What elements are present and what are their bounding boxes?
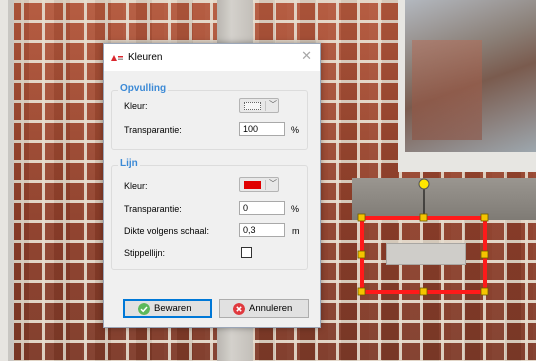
line-color-label: Kleur: [124, 181, 148, 191]
fill-color-swatch [244, 102, 261, 110]
fill-group-title: Opvulling [118, 83, 169, 94]
resize-handle-ne[interactable] [480, 213, 489, 222]
resize-handle-n[interactable] [419, 213, 428, 222]
line-transparency-label: Transparantie: [124, 204, 182, 214]
resize-handle-se[interactable] [480, 287, 489, 296]
cancel-button[interactable]: Annuleren [219, 299, 309, 318]
resize-handle-s[interactable] [419, 287, 428, 296]
fill-group: Opvulling Kleur: ﹀ Transparantie: 100 % [111, 83, 308, 150]
save-button[interactable]: Bewaren [123, 299, 212, 318]
resize-handle-sw[interactable] [357, 287, 366, 296]
resize-handle-w[interactable] [357, 250, 366, 259]
dropdown-divider [265, 180, 266, 190]
app-logo-icon [111, 55, 123, 61]
fill-color-dropdown[interactable]: ﹀ [239, 98, 279, 113]
line-group-title: Lijn [118, 158, 140, 169]
checkmark-icon [138, 303, 150, 315]
dialog-titlebar[interactable]: Kleuren ✕ [104, 44, 320, 71]
cancel-icon [233, 303, 245, 315]
line-dashed-label: Stippellijn: [124, 248, 166, 258]
rotation-handle[interactable] [418, 178, 430, 190]
chevron-down-icon: ﹀ [269, 100, 277, 109]
fill-transparency-label: Transparantie: [124, 125, 182, 135]
resize-handle-nw[interactable] [357, 213, 366, 222]
dialog-title: Kleuren [128, 52, 163, 63]
line-dashed-checkbox[interactable] [241, 247, 252, 258]
fill-transparency-input[interactable]: 100 [239, 122, 285, 136]
line-thickness-unit: m [292, 226, 300, 236]
close-icon[interactable]: ✕ [301, 49, 312, 63]
colors-dialog: Kleuren ✕ Opvulling Kleur: ﹀ Transparant… [103, 43, 321, 328]
line-group: Lijn Kleur: ﹀ Transparantie: 0 % Dikte v… [111, 158, 308, 270]
chevron-down-icon: ﹀ [269, 179, 277, 188]
fill-transparency-unit: % [291, 125, 300, 135]
line-transparency-unit: % [291, 204, 300, 214]
cancel-button-label: Annuleren [249, 303, 293, 314]
resize-handle-e[interactable] [480, 250, 489, 259]
line-color-dropdown[interactable]: ﹀ [239, 177, 279, 192]
dropdown-divider [265, 101, 266, 111]
selected-rectangle[interactable] [360, 216, 487, 294]
line-color-swatch [244, 181, 261, 189]
line-thickness-input[interactable]: 0,3 [239, 223, 285, 237]
line-thickness-label: Dikte volgens schaal: [124, 226, 210, 236]
save-button-label: Bewaren [154, 303, 192, 314]
line-transparency-input[interactable]: 0 [239, 201, 285, 215]
fill-color-label: Kleur: [124, 101, 148, 111]
